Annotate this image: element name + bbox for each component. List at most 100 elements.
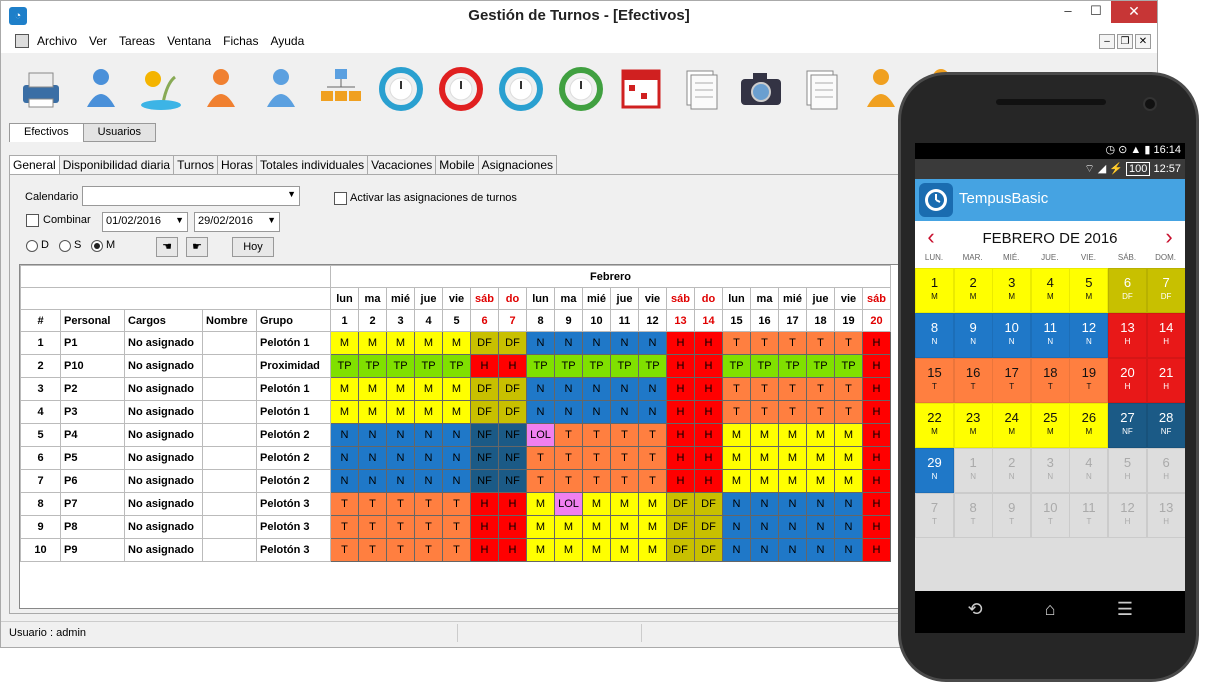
shift-cell[interactable]: T [358,492,387,516]
shift-cell[interactable]: T [526,446,555,470]
cargos-cell[interactable]: No asignado [124,377,203,401]
radio-d[interactable] [26,240,38,252]
calendar-day[interactable]: 27 NF [1108,403,1147,448]
column-header[interactable]: Cargos [124,309,203,332]
shift-cell[interactable]: T [330,515,359,539]
menu-ver[interactable]: Ver [83,31,113,51]
shift-cell[interactable]: H [694,377,723,401]
shift-cell[interactable]: TP [330,354,359,378]
shift-cell[interactable]: DF [694,492,723,516]
shift-cell[interactable]: N [722,492,751,516]
calendar-day[interactable]: 9N [953,313,993,358]
shift-cell[interactable]: M [638,515,667,539]
shift-cell[interactable]: M [442,400,471,424]
recents-icon[interactable]: ☰ [1105,599,1145,620]
shift-cell[interactable]: H [862,400,891,424]
shift-cell[interactable]: M [750,423,779,447]
shift-cell[interactable]: T [414,538,443,562]
shift-cell[interactable]: T [778,331,807,355]
shift-cell[interactable]: M [386,377,415,401]
menu-tareas[interactable]: Tareas [113,31,161,51]
shift-cell[interactable]: N [554,331,583,355]
shift-cell[interactable]: M [610,538,639,562]
shift-cell[interactable]: N [806,538,835,562]
nombre-cell[interactable] [202,354,257,378]
personal-cell[interactable]: P2 [60,377,125,401]
cargos-cell[interactable]: No asignado [124,515,203,539]
shift-cell[interactable]: T [778,400,807,424]
grupo-cell[interactable]: Pelotón 3 [256,515,331,539]
shift-cell[interactable]: M [778,469,807,493]
nombre-cell[interactable] [202,400,257,424]
documents-icon[interactable] [795,63,847,115]
calendar-day[interactable]: 20 H [1108,358,1147,403]
shift-cell[interactable]: M [330,400,359,424]
shift-cell[interactable]: T [806,400,835,424]
shift-cell[interactable]: T [358,515,387,539]
nombre-cell[interactable] [202,538,257,562]
shift-cell[interactable]: TP [778,354,807,378]
shift-cell[interactable]: T [582,446,611,470]
shift-cell[interactable]: T [722,331,751,355]
shift-cell[interactable]: TP [750,354,779,378]
shift-cell[interactable]: N [358,469,387,493]
shift-cell[interactable]: M [722,469,751,493]
shift-cell[interactable]: NF [470,423,499,447]
shift-cell[interactable]: H [470,492,499,516]
shift-cell[interactable]: H [694,446,723,470]
shift-cell[interactable]: N [582,377,611,401]
personal-cell[interactable]: P6 [60,469,125,493]
target-person-icon[interactable] [195,63,247,115]
shift-cell[interactable]: T [554,423,583,447]
shift-cell[interactable]: T [386,538,415,562]
shift-cell[interactable]: H [470,354,499,378]
shift-cell[interactable]: T [750,400,779,424]
tab-vacaciones[interactable]: Vacaciones [367,155,437,175]
calendar-day[interactable]: 16 T [953,358,993,403]
cargos-cell[interactable]: No asignado [124,446,203,470]
shift-cell[interactable]: M [358,331,387,355]
shift-cell[interactable]: H [862,469,891,493]
shift-cell[interactable]: N [386,446,415,470]
grupo-cell[interactable]: Pelotón 1 [256,377,331,401]
shift-cell[interactable]: T [386,492,415,516]
date-from-field[interactable]: 01/02/2016 ▼ [102,212,188,232]
shift-cell[interactable]: M [330,331,359,355]
calendar-day[interactable]: 14 H [1146,313,1185,358]
table-row[interactable]: 1 P1 No asignado Pelotón 1 M M M M M DF DF N N N N N H H T… [20,331,891,355]
shift-cell[interactable]: H [666,469,695,493]
calendar-day[interactable]: 18 T [1030,358,1070,403]
personal-cell[interactable]: P9 [60,538,125,562]
shift-cell[interactable]: M [386,331,415,355]
shift-cell[interactable]: M [358,400,387,424]
table-row[interactable]: 5 P4 No asignado Pelotón 2 N N N N N NF NF LOL T T T T H… [20,423,891,447]
shift-cell[interactable]: M [638,538,667,562]
cargos-cell[interactable]: No asignado [124,492,203,516]
shift-cell[interactable]: N [386,423,415,447]
shift-cell[interactable]: TP [722,354,751,378]
shift-cell[interactable]: N [806,492,835,516]
table-row[interactable]: 4 P3 No asignado Pelotón 1 M M M M M DF DF N N N N N H H T… [20,400,891,424]
close-button[interactable]: ✕ [1111,1,1157,23]
shift-cell[interactable]: M [778,423,807,447]
calendar-day[interactable]: 6H [1146,448,1185,493]
shift-cell[interactable]: H [498,538,527,562]
shift-cell[interactable]: M [442,331,471,355]
shift-cell[interactable]: N [722,538,751,562]
shift-cell[interactable]: N [638,400,667,424]
date-to-field[interactable]: 29/02/2016 ▼ [194,212,280,232]
shift-cell[interactable]: H [862,423,891,447]
calendar-day[interactable]: 2M [953,268,993,313]
home-icon[interactable]: ⌂ [1030,599,1070,620]
shift-cell[interactable]: T [554,446,583,470]
shift-cell[interactable]: DF [666,515,695,539]
shift-cell[interactable]: M [414,400,443,424]
shift-cell[interactable]: H [470,515,499,539]
shift-cell[interactable]: N [610,377,639,401]
calendar-day[interactable]: 10 N [992,313,1032,358]
shift-cell[interactable]: T [554,469,583,493]
table-row[interactable]: 3 P2 No asignado Pelotón 1 M M M M M DF DF N N N N N H H T… [20,377,891,401]
shift-cell[interactable]: N [330,446,359,470]
shift-cell[interactable]: NF [498,469,527,493]
tab-mobile[interactable]: Mobile [435,155,479,175]
